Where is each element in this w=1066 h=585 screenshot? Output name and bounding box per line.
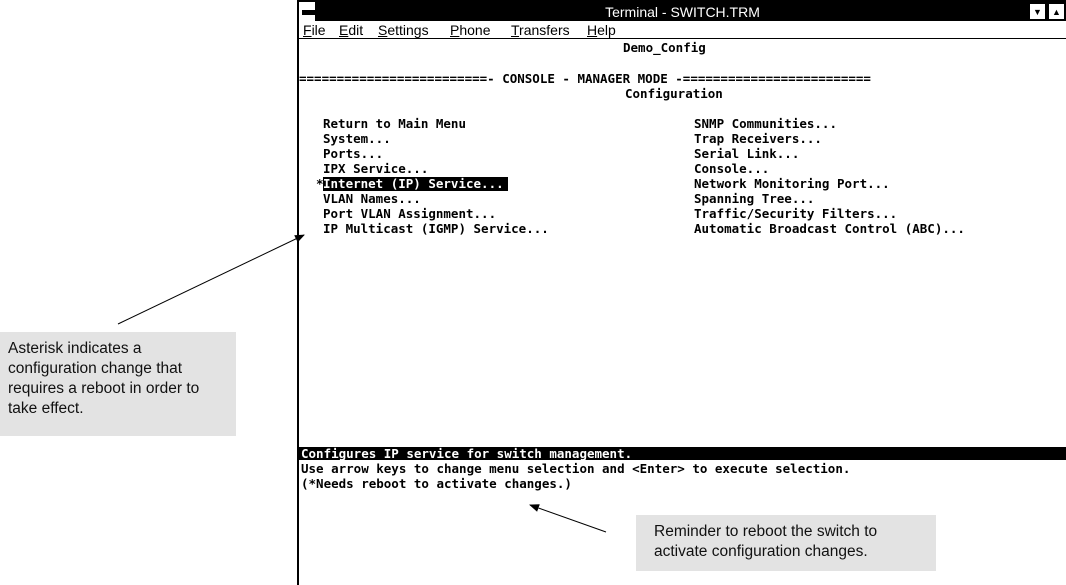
asterisk-arrow <box>117 234 305 325</box>
asterisk-callout: Asterisk indicates a configuration chang… <box>0 332 236 436</box>
reboot-callout: Reminder to reboot the switch to activat… <box>636 515 936 571</box>
reboot-arrow <box>529 504 607 533</box>
callout-arrows <box>117 234 607 533</box>
